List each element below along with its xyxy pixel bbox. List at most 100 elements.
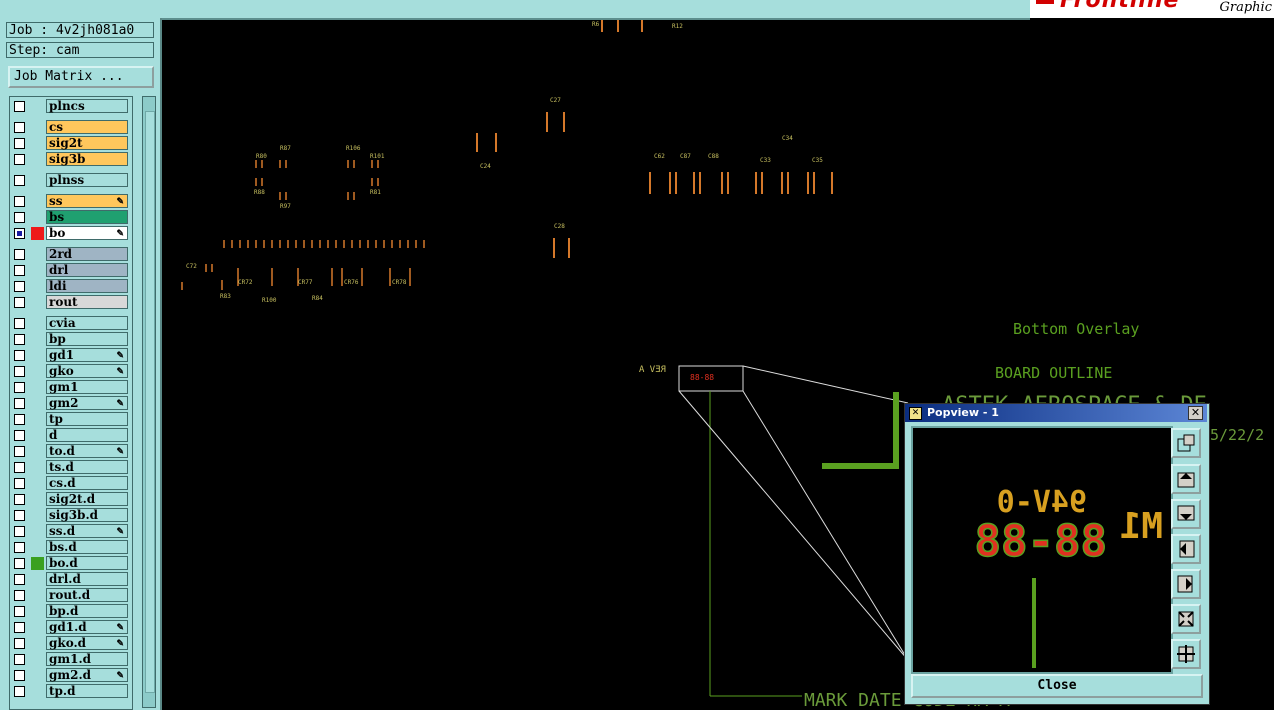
layer-row-rout[interactable]: rout bbox=[11, 295, 130, 310]
layer-name[interactable]: ss.d ✎ bbox=[46, 524, 128, 538]
layer-row-bs-d[interactable]: bs.d bbox=[11, 540, 130, 555]
layer-checkbox[interactable] bbox=[14, 542, 25, 553]
layer-row-2rd[interactable]: 2rd bbox=[11, 247, 130, 262]
layer-name[interactable]: bs bbox=[46, 210, 128, 224]
layer-name[interactable]: cs.d bbox=[46, 476, 128, 490]
layer-checkbox[interactable] bbox=[14, 446, 25, 457]
layer-checkbox[interactable] bbox=[14, 654, 25, 665]
layer-checkbox[interactable] bbox=[14, 297, 25, 308]
layer-checkbox[interactable] bbox=[14, 526, 25, 537]
layer-name[interactable]: rout bbox=[46, 295, 128, 309]
layer-name[interactable]: tp bbox=[46, 412, 128, 426]
layer-row-gm1[interactable]: gm1 bbox=[11, 380, 130, 395]
layer-name[interactable]: ldi bbox=[46, 279, 128, 293]
layer-name[interactable]: bo ✎ bbox=[46, 226, 128, 240]
layer-checkbox[interactable] bbox=[14, 606, 25, 617]
layer-checkbox[interactable] bbox=[14, 670, 25, 681]
layer-name[interactable]: gm2 ✎ bbox=[46, 396, 128, 410]
layer-row-ts-d[interactable]: ts.d bbox=[11, 460, 130, 475]
layer-name[interactable]: gd1.d ✎ bbox=[46, 620, 128, 634]
layer-checkbox[interactable] bbox=[14, 138, 25, 149]
layer-checkbox[interactable] bbox=[14, 154, 25, 165]
layer-name[interactable]: gm1.d bbox=[46, 652, 128, 666]
layer-checkbox[interactable] bbox=[14, 590, 25, 601]
layer-checkbox[interactable] bbox=[14, 122, 25, 133]
layer-name[interactable]: cs bbox=[46, 120, 128, 134]
layer-checkbox[interactable] bbox=[14, 382, 25, 393]
layer-checkbox[interactable] bbox=[14, 638, 25, 649]
layer-name[interactable]: ts.d bbox=[46, 460, 128, 474]
layer-row-sig2t-d[interactable]: sig2t.d bbox=[11, 492, 130, 507]
layer-name[interactable]: plncs bbox=[46, 99, 128, 113]
layer-row-d[interactable]: d bbox=[11, 428, 130, 443]
layer-row-bp[interactable]: bp bbox=[11, 332, 130, 347]
job-matrix-button[interactable]: Job Matrix ... bbox=[8, 66, 154, 88]
layer-row-ss-d[interactable]: ss.d ✎ bbox=[11, 524, 130, 539]
layer-name[interactable]: cvia bbox=[46, 316, 128, 330]
layer-checkbox[interactable] bbox=[14, 196, 25, 207]
layer-row-gd1-d[interactable]: gd1.d ✎ bbox=[11, 620, 130, 635]
layer-row-ss[interactable]: ss ✎ bbox=[11, 194, 130, 209]
popview-zoom-view[interactable]: 94V-0 88-88 M1 bbox=[911, 426, 1173, 674]
layer-checkbox[interactable] bbox=[14, 281, 25, 292]
layer-row-plnss[interactable]: plnss bbox=[11, 173, 130, 188]
layer-checkbox[interactable] bbox=[14, 574, 25, 585]
layer-name[interactable]: bo.d bbox=[46, 556, 128, 570]
popview-zoom-in-icon[interactable] bbox=[1171, 639, 1201, 669]
layer-name[interactable]: sig3b bbox=[46, 152, 128, 166]
layer-row-gm1-d[interactable]: gm1.d bbox=[11, 652, 130, 667]
layer-checkbox[interactable] bbox=[14, 212, 25, 223]
layer-row-plncs[interactable]: plncs bbox=[11, 99, 130, 114]
layer-row-bs[interactable]: bs bbox=[11, 210, 130, 225]
layer-name[interactable]: ss ✎ bbox=[46, 194, 128, 208]
popview-zoom-out-icon[interactable] bbox=[1171, 604, 1201, 634]
layer-checkbox[interactable] bbox=[14, 265, 25, 276]
layer-row-sig3b-d[interactable]: sig3b.d bbox=[11, 508, 130, 523]
layer-checkbox[interactable] bbox=[14, 462, 25, 473]
layer-row-gm2-d[interactable]: gm2.d ✎ bbox=[11, 668, 130, 683]
popview-titlebar[interactable]: ✕ Popview - 1 ✕ bbox=[905, 404, 1207, 422]
layer-name[interactable]: gko.d ✎ bbox=[46, 636, 128, 650]
layer-row-drl-d[interactable]: drl.d bbox=[11, 572, 130, 587]
layer-name[interactable]: drl bbox=[46, 263, 128, 277]
layer-checkbox[interactable] bbox=[14, 249, 25, 260]
layer-row-cs[interactable]: cs bbox=[11, 120, 130, 135]
layer-name[interactable]: to.d ✎ bbox=[46, 444, 128, 458]
layer-name[interactable]: rout.d bbox=[46, 588, 128, 602]
popview-fit-icon[interactable] bbox=[1171, 428, 1201, 458]
layer-scrollbar[interactable] bbox=[142, 96, 156, 708]
layer-row-sig2t[interactable]: sig2t bbox=[11, 136, 130, 151]
layer-row-to-d[interactable]: to.d ✎ bbox=[11, 444, 130, 459]
popview-pan-down-icon[interactable] bbox=[1171, 499, 1201, 529]
layer-checkbox[interactable] bbox=[14, 414, 25, 425]
layer-checkbox[interactable] bbox=[14, 318, 25, 329]
popview-pan-up-icon[interactable] bbox=[1171, 464, 1201, 494]
popview-close-button[interactable]: Close bbox=[911, 674, 1203, 698]
layer-row-cs-d[interactable]: cs.d bbox=[11, 476, 130, 491]
layer-name[interactable]: bp.d bbox=[46, 604, 128, 618]
layer-row-tp[interactable]: tp bbox=[11, 412, 130, 427]
layer-row-sig3b[interactable]: sig3b bbox=[11, 152, 130, 167]
layer-checkbox[interactable] bbox=[14, 366, 25, 377]
layer-name[interactable]: tp.d bbox=[46, 684, 128, 698]
layer-checkbox[interactable] bbox=[14, 622, 25, 633]
layer-row-gko-d[interactable]: gko.d ✎ bbox=[11, 636, 130, 651]
layer-row-ldi[interactable]: ldi bbox=[11, 279, 130, 294]
layer-name[interactable]: gm2.d ✎ bbox=[46, 668, 128, 682]
layer-name[interactable]: sig2t bbox=[46, 136, 128, 150]
scrollbar-thumb[interactable] bbox=[145, 111, 155, 693]
layer-row-gm2[interactable]: gm2 ✎ bbox=[11, 396, 130, 411]
window-close-icon[interactable]: ✕ bbox=[1188, 406, 1203, 420]
layer-name[interactable]: bp bbox=[46, 332, 128, 346]
layer-row-bo[interactable]: bo ✎ bbox=[11, 226, 130, 241]
layer-row-bo-d[interactable]: bo.d bbox=[11, 556, 130, 571]
layer-row-gd1[interactable]: gd1 ✎ bbox=[11, 348, 130, 363]
layer-row-drl[interactable]: drl bbox=[11, 263, 130, 278]
layer-checkbox[interactable] bbox=[14, 350, 25, 361]
layer-checkbox[interactable] bbox=[14, 334, 25, 345]
layer-name[interactable]: d bbox=[46, 428, 128, 442]
popview-pan-right-icon[interactable] bbox=[1171, 569, 1201, 599]
layer-name[interactable]: sig2t.d bbox=[46, 492, 128, 506]
layer-name[interactable]: drl.d bbox=[46, 572, 128, 586]
layer-name[interactable]: sig3b.d bbox=[46, 508, 128, 522]
